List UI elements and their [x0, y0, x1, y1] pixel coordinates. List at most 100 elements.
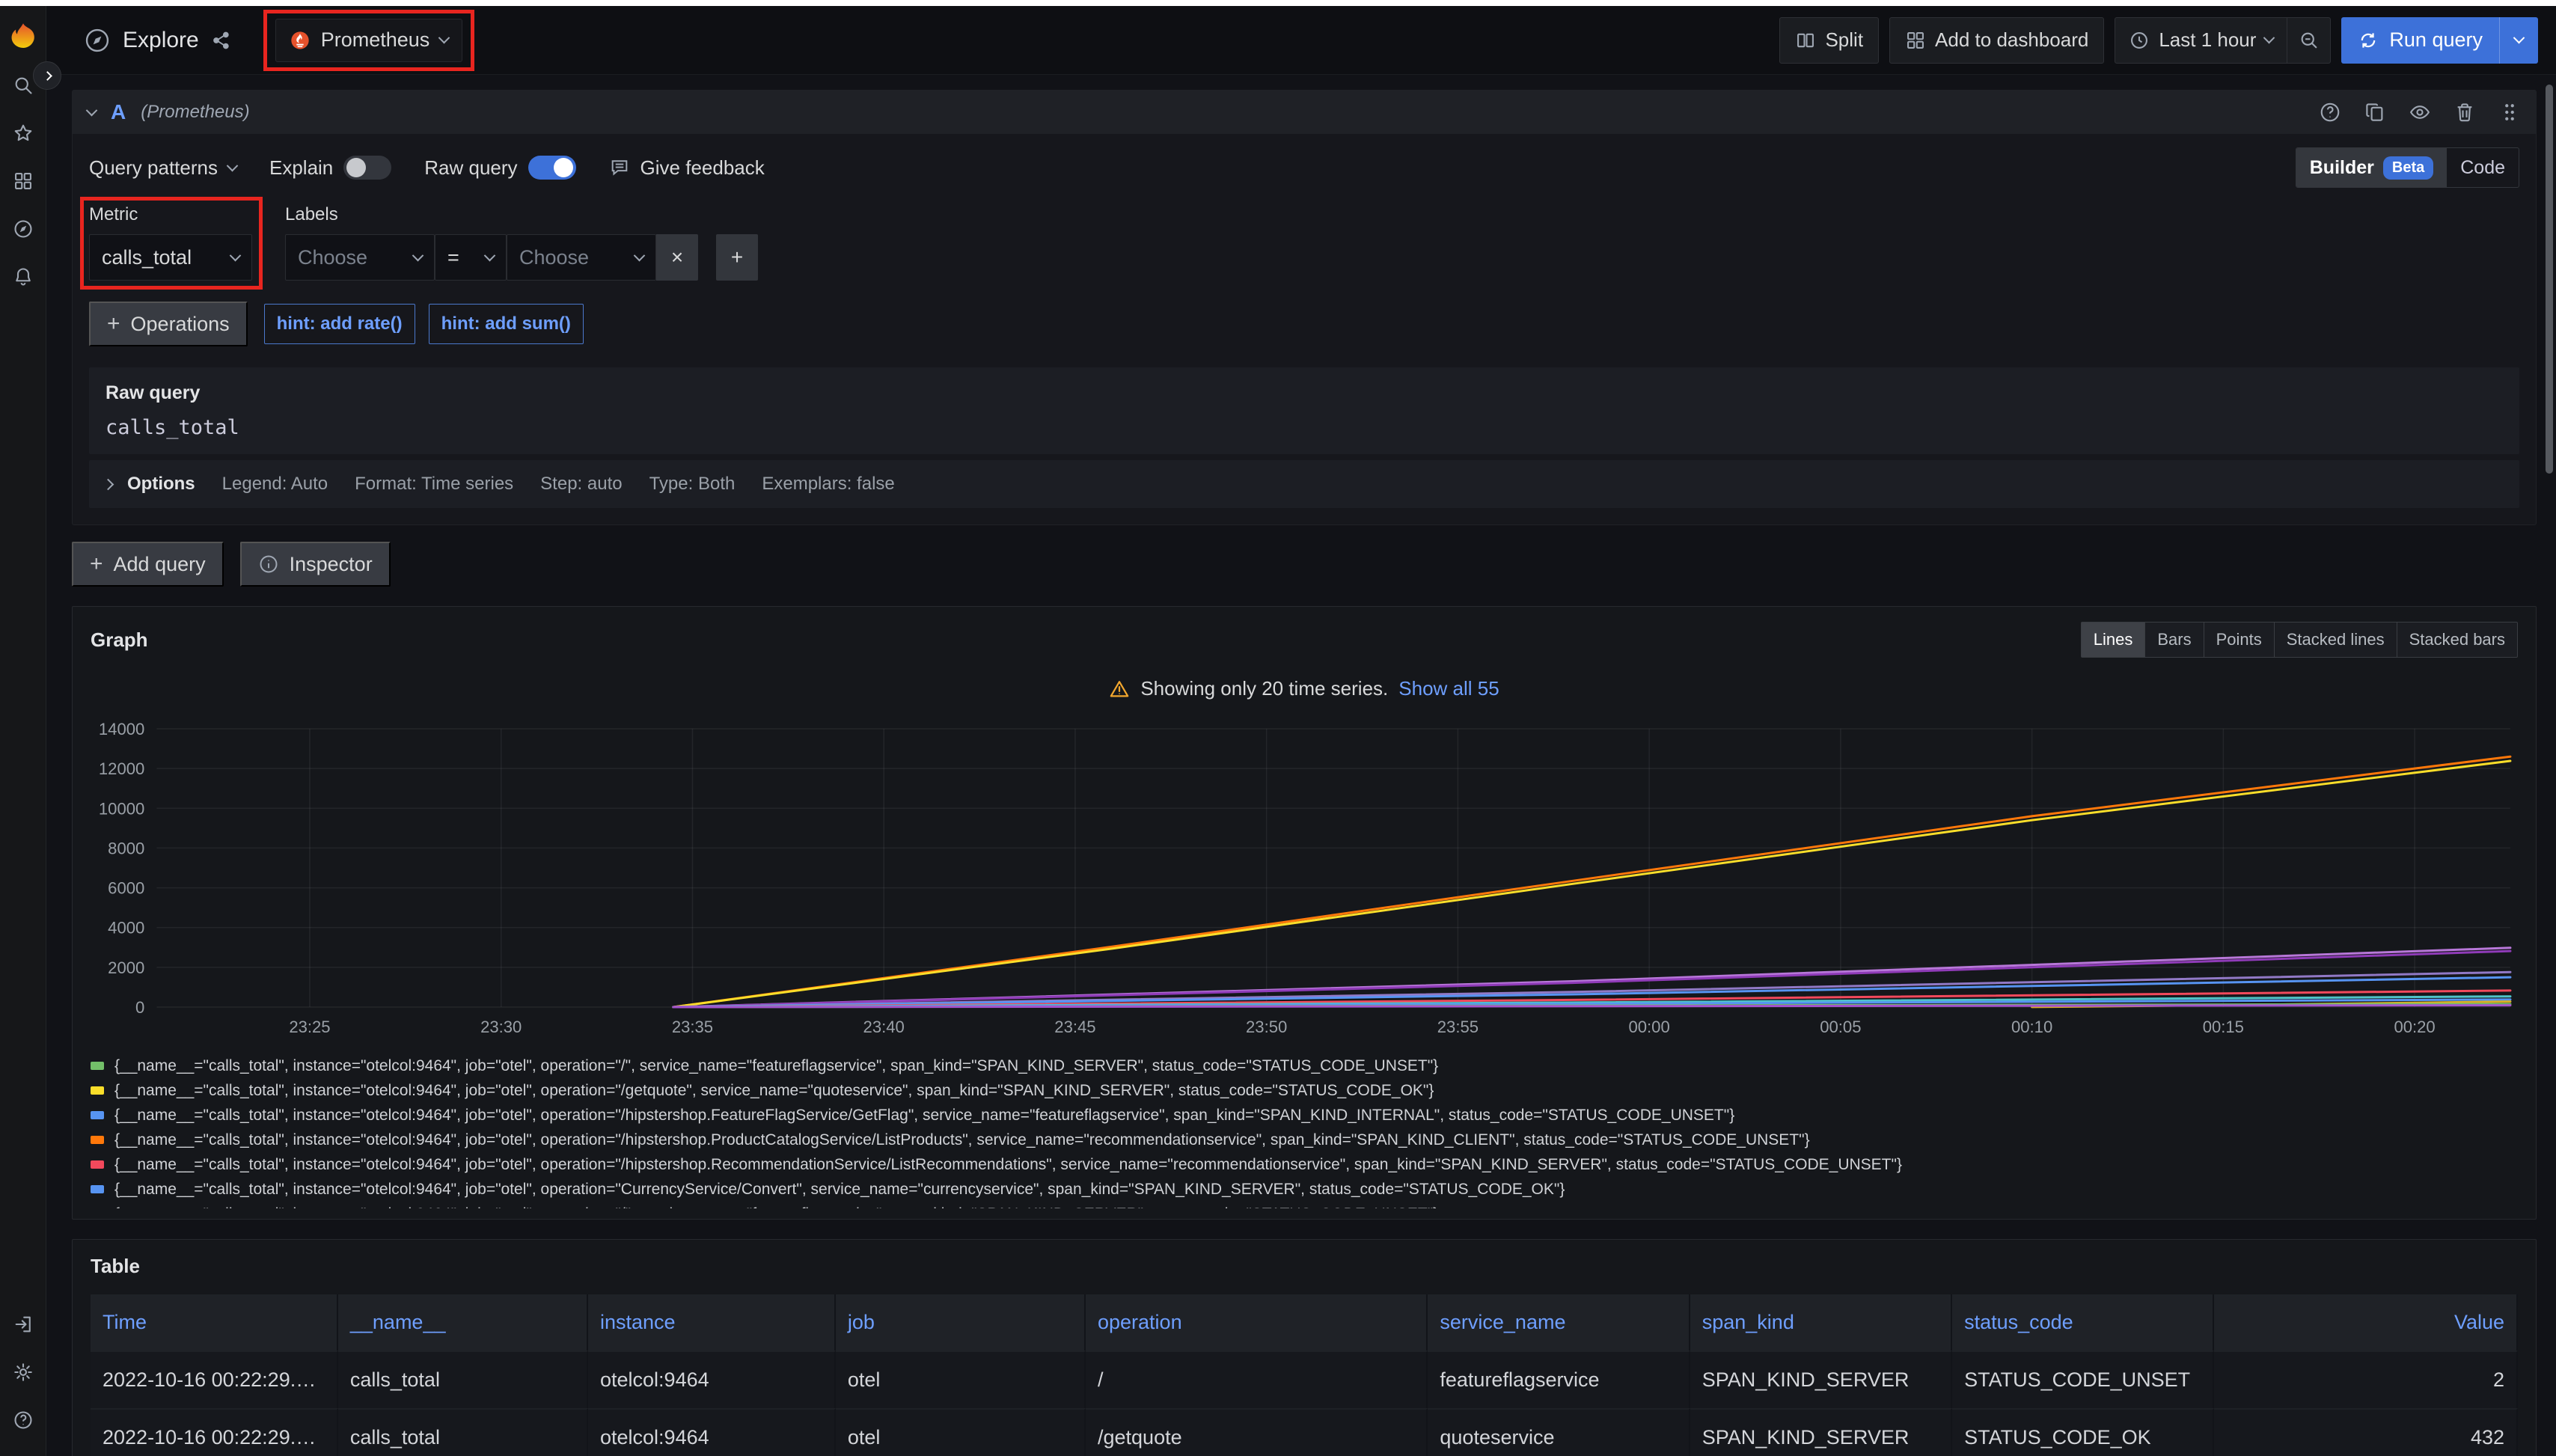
apps-icon — [1905, 30, 1926, 51]
table-cell: calls_total — [338, 1408, 588, 1456]
label-operator-select[interactable]: = — [435, 234, 507, 281]
svg-text:23:55: 23:55 — [1437, 1018, 1479, 1036]
page-scrollbar[interactable] — [2546, 85, 2553, 474]
inspector-label: Inspector — [290, 553, 373, 576]
graph-mode-bars[interactable]: Bars — [2144, 623, 2203, 657]
label-key-select[interactable]: Choose — [285, 234, 435, 281]
table-cell: otelcol:9464 — [588, 1408, 836, 1456]
raw-query-toggle-label: Raw query — [424, 156, 517, 180]
query-row-header[interactable]: A (Prometheus) — [73, 91, 2536, 134]
sidebar-item-explore[interactable] — [6, 205, 40, 253]
chevron-down-icon — [484, 249, 496, 261]
legend-item[interactable]: {__name__="calls_total", instance="otelc… — [91, 1128, 2518, 1152]
sidebar-item-help[interactable] — [6, 1396, 40, 1444]
options-label: Options — [127, 474, 195, 495]
copy-icon[interactable] — [2364, 101, 2386, 123]
add-to-dashboard-button[interactable]: Add to dashboard — [1889, 17, 2104, 64]
table-cell: 2022-10-16 00:22:29.655 — [91, 1351, 338, 1408]
graph-mode-switch: LinesBarsPointsStacked linesStacked bars — [2081, 622, 2518, 658]
metric-select[interactable]: calls_total — [89, 234, 252, 281]
time-range-button[interactable]: Last 1 hour — [2115, 18, 2287, 63]
query-hints: hint: add rate() hint: add sum() — [264, 304, 584, 344]
operations-label: Operations — [131, 313, 230, 336]
eye-icon[interactable] — [2409, 101, 2431, 123]
legend-label: {__name__="calls_total", instance="otelc… — [114, 1181, 1565, 1199]
share-icon[interactable] — [211, 30, 232, 51]
add-label-button[interactable]: + — [716, 234, 758, 281]
table-cell: 432 — [2214, 1408, 2518, 1456]
metric-field-label: Metric — [89, 204, 252, 225]
trash-icon[interactable] — [2453, 101, 2476, 123]
column-header-servicename[interactable]: service_name — [1428, 1294, 1690, 1351]
column-header-spankind[interactable]: span_kind — [1690, 1294, 1952, 1351]
legend-label: {__name__="calls_total", instance="otelc… — [114, 1131, 1810, 1149]
search-minus-icon — [2299, 30, 2320, 51]
column-header-job[interactable]: job — [836, 1294, 1086, 1351]
datasource-name: Prometheus — [321, 28, 430, 52]
legend-label: {__name__="calls_total", instance="otelc… — [114, 1205, 1438, 1209]
time-series-chart[interactable]: 0200040006000800010000120001400023:2523:… — [91, 720, 2518, 1041]
code-label: Code — [2460, 157, 2505, 179]
column-header-instance[interactable]: instance — [588, 1294, 836, 1351]
column-header-value[interactable]: Value — [2214, 1294, 2518, 1351]
datasource-picker[interactable]: Prometheus — [275, 19, 463, 62]
legend-item[interactable]: {__name__="calls_total", instance="otelc… — [91, 1053, 2518, 1078]
show-all-series-link[interactable]: Show all 55 — [1398, 677, 1499, 700]
legend-item[interactable]: {__name__="calls_total", instance="otelc… — [91, 1202, 2518, 1208]
graph-mode-stacked-bars[interactable]: Stacked bars — [2397, 623, 2517, 657]
split-button[interactable]: Split — [1779, 17, 1879, 64]
query-hint-button-0[interactable]: hint: add rate() — [264, 304, 415, 344]
series-limit-warning: Showing only 20 time series. Show all 55 — [91, 677, 2518, 700]
legend-item[interactable]: {__name__="calls_total", instance="otelc… — [91, 1152, 2518, 1177]
graph-panel-title: Graph — [91, 628, 148, 652]
svg-text:8000: 8000 — [108, 839, 144, 857]
inspector-button[interactable]: Inspector — [240, 542, 391, 587]
drag-handle-icon[interactable] — [2498, 101, 2521, 123]
graph-mode-stacked-lines[interactable]: Stacked lines — [2274, 623, 2397, 657]
remove-label-button[interactable]: × — [656, 234, 698, 281]
give-feedback-link[interactable]: Give feedback — [609, 156, 765, 180]
graph-mode-points[interactable]: Points — [2204, 623, 2274, 657]
table-cell: featureflagservice — [1428, 1351, 1690, 1408]
query-hint-button-1[interactable]: hint: add sum() — [429, 304, 584, 344]
add-operation-button[interactable]: + Operations — [89, 302, 248, 346]
column-header-name[interactable]: __name__ — [338, 1294, 588, 1351]
legend-item[interactable]: {__name__="calls_total", instance="otelc… — [91, 1177, 2518, 1202]
legend-item[interactable]: {__name__="calls_total", instance="otelc… — [91, 1078, 2518, 1103]
sidebar-item-dashboards[interactable] — [6, 157, 40, 205]
sidebar-item-sign-in[interactable] — [6, 1300, 40, 1348]
tab-code[interactable]: Code — [2447, 148, 2519, 187]
legend-item[interactable]: {__name__="calls_total", instance="otelc… — [91, 1103, 2518, 1128]
sidebar-item-alerting[interactable] — [6, 253, 40, 301]
help-circle-icon[interactable] — [2319, 101, 2341, 123]
grafana-logo — [7, 21, 40, 54]
column-header-time[interactable]: Time — [91, 1294, 338, 1351]
metric-value: calls_total — [102, 246, 192, 269]
legend-label: {__name__="calls_total", instance="otelc… — [114, 1107, 1734, 1125]
run-query-dropdown[interactable] — [2499, 17, 2538, 64]
label-operator-value: = — [447, 246, 459, 269]
label-value-select[interactable]: Choose — [507, 234, 656, 281]
raw-query-toggle[interactable] — [528, 156, 576, 180]
table-cell: otelcol:9464 — [588, 1351, 836, 1408]
column-header-statuscode[interactable]: status_code — [1952, 1294, 2214, 1351]
add-query-button[interactable]: + Add query — [72, 542, 224, 587]
graph-mode-lines[interactable]: Lines — [2082, 623, 2145, 657]
sidebar-item-starred[interactable] — [6, 109, 40, 157]
sidebar-expand-button[interactable] — [33, 61, 61, 90]
zoom-out-time-button[interactable] — [2287, 18, 2330, 63]
sidebar-item-settings[interactable] — [6, 1348, 40, 1396]
explain-toggle[interactable] — [343, 156, 391, 180]
tab-builder[interactable]: Builder Beta — [2296, 148, 2447, 187]
sidebar-item-grafana-logo[interactable] — [6, 13, 40, 61]
table-row: 2022-10-16 00:22:29.655calls_totalotelco… — [91, 1408, 2518, 1456]
query-ref-id[interactable]: A — [111, 100, 126, 124]
give-feedback-label: Give feedback — [640, 156, 765, 180]
chevron-down-icon — [634, 249, 646, 261]
query-patterns-dropdown[interactable]: Query patterns — [89, 156, 236, 180]
run-query-button[interactable]: Run query — [2341, 17, 2499, 64]
add-query-label: Add query — [114, 553, 206, 576]
options-expander[interactable]: Options — [104, 474, 195, 495]
svg-text:00:10: 00:10 — [2011, 1018, 2052, 1036]
column-header-operation[interactable]: operation — [1086, 1294, 1428, 1351]
